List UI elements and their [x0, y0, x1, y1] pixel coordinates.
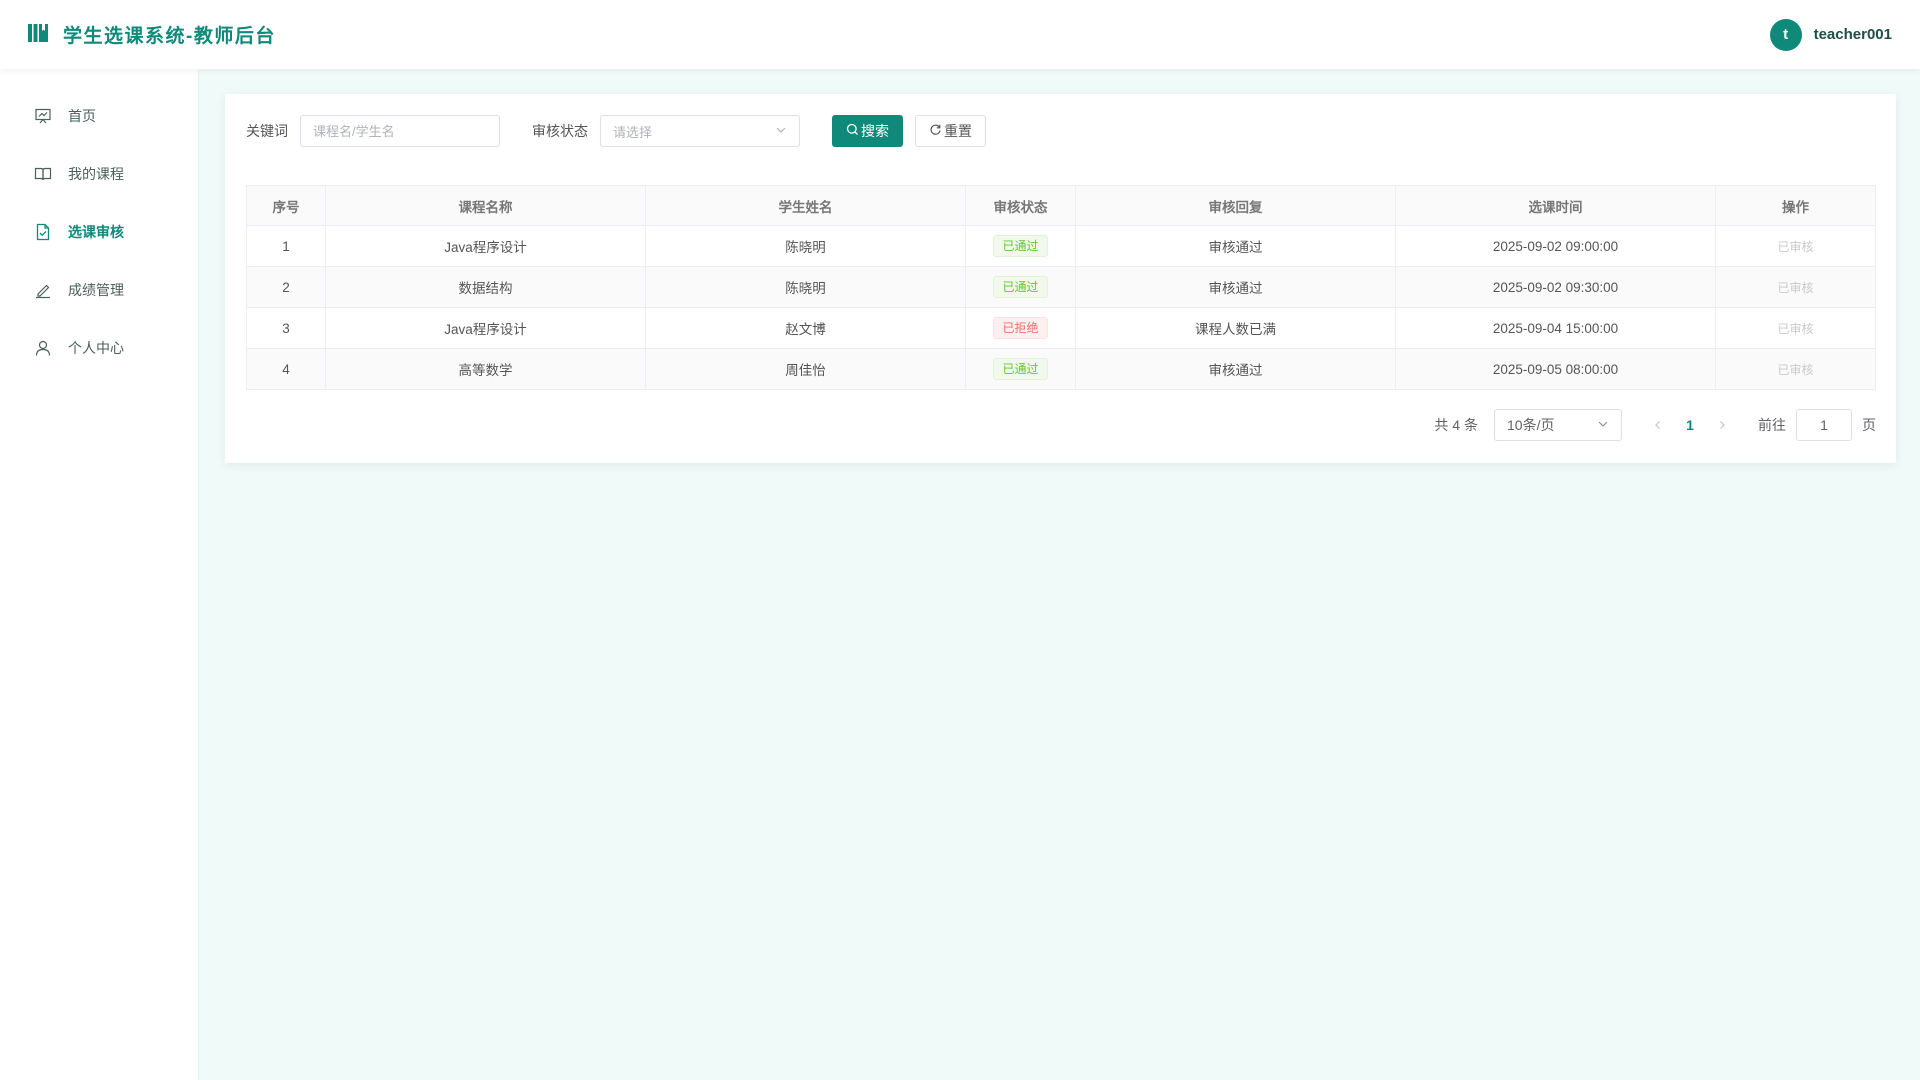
- keyword-label: 关键词: [246, 123, 288, 139]
- sidebar-item-enrollment-review[interactable]: 选课审核: [0, 203, 198, 261]
- page-suffix: 页: [1862, 417, 1876, 433]
- enrollment-table: 序号 课程名称 学生姓名 审核状态 审核回复 选课时间 操作 1 Java程序设…: [246, 185, 1876, 390]
- page-number-current[interactable]: 1: [1674, 417, 1706, 433]
- sidebar-item-home[interactable]: 首页: [0, 87, 198, 145]
- status-select-placeholder: 请选择: [613, 124, 653, 140]
- cell-course: 数据结构: [325, 266, 646, 308]
- table-row: 3 Java程序设计 赵文博 已拒绝 课程人数已满 2025-09-04 15:…: [246, 307, 1876, 349]
- table-header-row: 序号 课程名称 学生姓名 审核状态 审核回复 选课时间 操作: [246, 185, 1876, 226]
- cell-reply: 课程人数已满: [1075, 307, 1396, 349]
- status-label: 审核状态: [532, 123, 588, 139]
- cell-time: 2025-09-02 09:30:00: [1395, 266, 1716, 308]
- top-header: 学生选课系统-教师后台 t teacher001: [0, 0, 1920, 69]
- page-size-select[interactable]: 10条/页: [1494, 409, 1622, 441]
- sidebar-item-grade-management[interactable]: 成绩管理: [0, 261, 198, 319]
- table-row: 1 Java程序设计 陈晓明 已通过 审核通过 2025-09-02 09:00…: [246, 225, 1876, 267]
- cell-status: 已通过: [965, 266, 1076, 308]
- status-badge: 已通过: [993, 235, 1048, 257]
- column-header: 学生姓名: [645, 185, 966, 226]
- cell-status: 已通过: [965, 225, 1076, 267]
- user-icon: [34, 339, 52, 357]
- edit-pen-icon: [34, 281, 52, 299]
- next-page-button[interactable]: [1706, 417, 1738, 433]
- reviewed-action-text: 已审核: [1777, 239, 1814, 254]
- reviewed-action-text: 已审核: [1777, 280, 1814, 295]
- column-header: 操作: [1715, 185, 1876, 226]
- search-button[interactable]: 搜索: [832, 115, 903, 147]
- reset-button[interactable]: 重置: [915, 115, 986, 147]
- cell-action: 已审核: [1715, 348, 1876, 390]
- cell-status: 已通过: [965, 348, 1076, 390]
- app-title: 学生选课系统-教师后台: [63, 26, 276, 47]
- document-check-icon: [34, 223, 52, 241]
- goto-label: 前往: [1758, 417, 1786, 433]
- cell-action: 已审核: [1715, 307, 1876, 349]
- sidebar-item-label: 首页: [68, 108, 96, 124]
- column-header: 审核状态: [965, 185, 1076, 226]
- cell-reply: 审核通过: [1075, 348, 1396, 390]
- goto-page-input[interactable]: [1796, 409, 1852, 441]
- sidebar-item-profile[interactable]: 个人中心: [0, 319, 198, 377]
- refresh-icon: [929, 123, 942, 139]
- sidebar-item-label: 选课审核: [68, 224, 124, 240]
- prev-page-button[interactable]: [1642, 417, 1674, 433]
- avatar[interactable]: t: [1769, 18, 1802, 51]
- column-header: 审核回复: [1075, 185, 1396, 226]
- cell-index: 2: [246, 266, 326, 308]
- cell-index: 3: [246, 307, 326, 349]
- sidebar-item-label: 成绩管理: [68, 282, 124, 298]
- cell-reply: 审核通过: [1075, 225, 1396, 267]
- cell-action: 已审核: [1715, 225, 1876, 267]
- cell-student: 赵文博: [645, 307, 966, 349]
- sidebar-item-my-courses[interactable]: 我的课程: [0, 145, 198, 203]
- cell-student: 陈晓明: [645, 225, 966, 267]
- search-icon: [846, 123, 859, 139]
- sidebar-item-label: 我的课程: [68, 166, 124, 182]
- cell-time: 2025-09-02 09:00:00: [1395, 225, 1716, 267]
- cell-reply: 审核通过: [1075, 266, 1396, 308]
- main-card: 关键词 审核状态 请选择 搜索 重置: [225, 94, 1896, 463]
- books-logo-icon: [27, 22, 49, 47]
- status-select[interactable]: 请选择: [600, 115, 800, 147]
- total-count: 共 4 条: [1434, 417, 1478, 433]
- table-row: 2 数据结构 陈晓明 已通过 审核通过 2025-09-02 09:30:00 …: [246, 266, 1876, 308]
- reviewed-action-text: 已审核: [1777, 321, 1814, 336]
- cell-student: 陈晓明: [645, 266, 966, 308]
- username[interactable]: teacher001: [1814, 26, 1892, 43]
- cell-index: 1: [246, 225, 326, 267]
- cell-action: 已审核: [1715, 266, 1876, 308]
- status-badge: 已通过: [993, 276, 1048, 298]
- chevron-right-icon: [1720, 421, 1725, 429]
- keyword-input[interactable]: [300, 115, 500, 147]
- cell-time: 2025-09-05 08:00:00: [1395, 348, 1716, 390]
- reviewed-action-text: 已审核: [1777, 362, 1814, 377]
- cell-course: Java程序设计: [325, 307, 646, 349]
- table-row: 4 高等数学 周佳怡 已通过 审核通过 2025-09-05 08:00:00 …: [246, 348, 1876, 390]
- chevron-left-icon: [1655, 421, 1660, 429]
- cell-student: 周佳怡: [645, 348, 966, 390]
- status-badge: 已通过: [993, 358, 1048, 380]
- sidebar-item-label: 个人中心: [68, 340, 124, 356]
- column-header: 序号: [246, 185, 326, 226]
- cell-index: 4: [246, 348, 326, 390]
- column-header: 选课时间: [1395, 185, 1716, 226]
- user-menu[interactable]: t teacher001: [1769, 18, 1892, 51]
- search-button-label: 搜索: [861, 123, 889, 139]
- presentation-board-icon: [34, 107, 52, 125]
- pagination: 共 4 条 10条/页 1 前往 页: [1434, 409, 1876, 441]
- cell-time: 2025-09-04 15:00:00: [1395, 307, 1716, 349]
- page-size-value: 10条/页: [1507, 417, 1555, 433]
- column-header: 课程名称: [325, 185, 646, 226]
- cell-course: Java程序设计: [325, 225, 646, 267]
- reset-button-label: 重置: [944, 123, 972, 139]
- chevron-down-icon: [1597, 417, 1609, 433]
- brand: 学生选课系统-教师后台: [27, 21, 276, 48]
- chevron-down-icon: [775, 124, 787, 139]
- filter-bar: 关键词 审核状态 请选择 搜索 重置: [246, 115, 986, 147]
- open-book-icon: [34, 165, 52, 183]
- status-badge: 已拒绝: [993, 317, 1048, 339]
- cell-status: 已拒绝: [965, 307, 1076, 349]
- cell-course: 高等数学: [325, 348, 646, 390]
- sidebar: 首页 我的课程 选课审核 成绩管理 个人中心: [0, 69, 199, 1080]
